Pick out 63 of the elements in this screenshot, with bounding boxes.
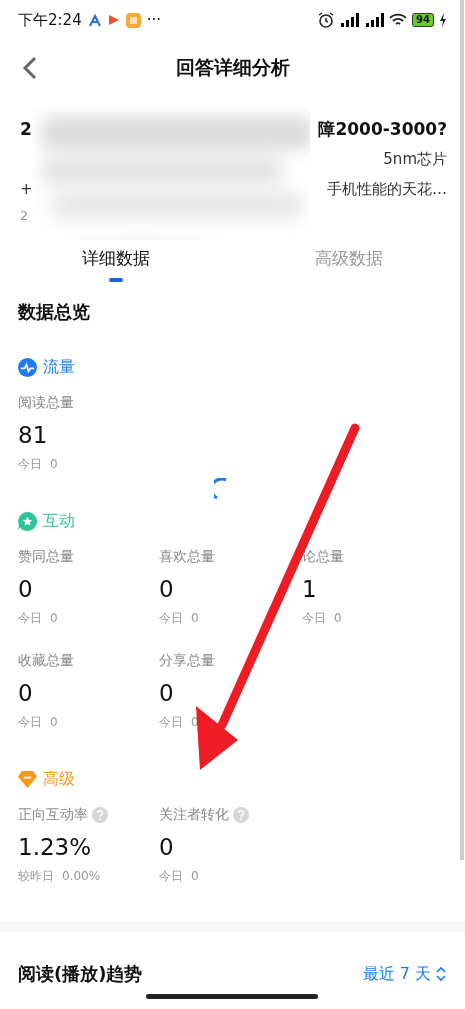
section-title: 阅读(播放)趋势: [18, 962, 143, 986]
metric-label: 正向互动率: [18, 806, 88, 824]
section-title: 数据总览: [17, 300, 91, 324]
metric-sub-value: 0: [334, 610, 342, 626]
metric-label: 关注者转化: [159, 806, 229, 824]
metric-label: 收藏总量: [18, 652, 74, 670]
metric-sub-value: 0.00%: [62, 868, 101, 884]
metric-sub-label: 今日: [18, 714, 42, 730]
metric-label: 分享总量: [159, 652, 215, 670]
page-title: 回答详细分析: [175, 55, 290, 80]
metric-value: 0: [159, 575, 175, 603]
home-indicator[interactable]: [146, 994, 318, 999]
alarm-icon: [318, 12, 335, 28]
back-icon[interactable]: [22, 56, 38, 80]
metric-sub-value: 0: [50, 456, 58, 472]
metric-sub-label: 今日: [159, 610, 183, 626]
help-icon[interactable]: [233, 807, 249, 823]
signal-icon: [339, 13, 360, 27]
answer-excerpt: 手机性能的天花…: [327, 179, 447, 199]
question-title: 障2000-3000?: [318, 117, 447, 141]
more-notifications: ···: [146, 11, 161, 29]
category-label: 高级: [43, 768, 75, 790]
metric-label: 阅读总量: [18, 394, 74, 412]
signal-icon: [364, 13, 385, 27]
scrollbar[interactable]: [460, 0, 464, 860]
metric-value: 0: [18, 679, 34, 707]
antenna-icon: [87, 13, 102, 27]
metric-sub-label: 今日: [18, 456, 42, 472]
answer-date: 2: [20, 208, 30, 223]
metric-sub-label: 较昨日: [18, 868, 54, 884]
battery-level: 94: [412, 13, 434, 27]
loading-spinner-icon: [214, 478, 228, 502]
app-icon: [125, 12, 141, 28]
answer-excerpt: +: [20, 180, 33, 198]
tab[interactable]: 详细数据: [0, 243, 233, 286]
metric-value: 0: [18, 575, 34, 603]
metric-sub-label: 今日: [159, 714, 183, 730]
metric-sub-label: 今日: [18, 610, 42, 626]
answer-excerpt: 5nm芯片: [383, 149, 447, 169]
metric-sub-value: 0: [191, 868, 199, 884]
flag-icon: [107, 14, 120, 26]
metric-label: 赞同总量: [18, 548, 74, 566]
metric-value: 0: [159, 679, 175, 707]
metric-sub-label: 今日: [159, 868, 183, 884]
metric-label: 喜欢总量: [159, 548, 215, 566]
question-title: 2: [20, 119, 32, 139]
wifi-icon: [389, 13, 408, 27]
charging-icon: [439, 13, 447, 27]
range-selector[interactable]: 最近 7 天: [362, 963, 447, 985]
metric-value: 1.23%: [18, 833, 93, 861]
metric-value: 0: [159, 833, 175, 861]
category-label: 互动: [43, 510, 75, 532]
tab[interactable]: 高级数据: [232, 243, 465, 286]
metric-sub-label: 今日: [302, 610, 326, 626]
metric-value: 1: [302, 575, 318, 603]
metric-sub-value: 0: [50, 610, 58, 626]
status-time: 下午2:24: [18, 10, 82, 30]
metric-sub-value: 0: [50, 714, 58, 730]
category-label: 流量: [43, 356, 75, 378]
help-icon[interactable]: [92, 807, 108, 823]
sort-caret-icon: [435, 966, 447, 982]
metric-sub-value: 0: [191, 610, 199, 626]
metric-value: 81: [18, 421, 49, 449]
